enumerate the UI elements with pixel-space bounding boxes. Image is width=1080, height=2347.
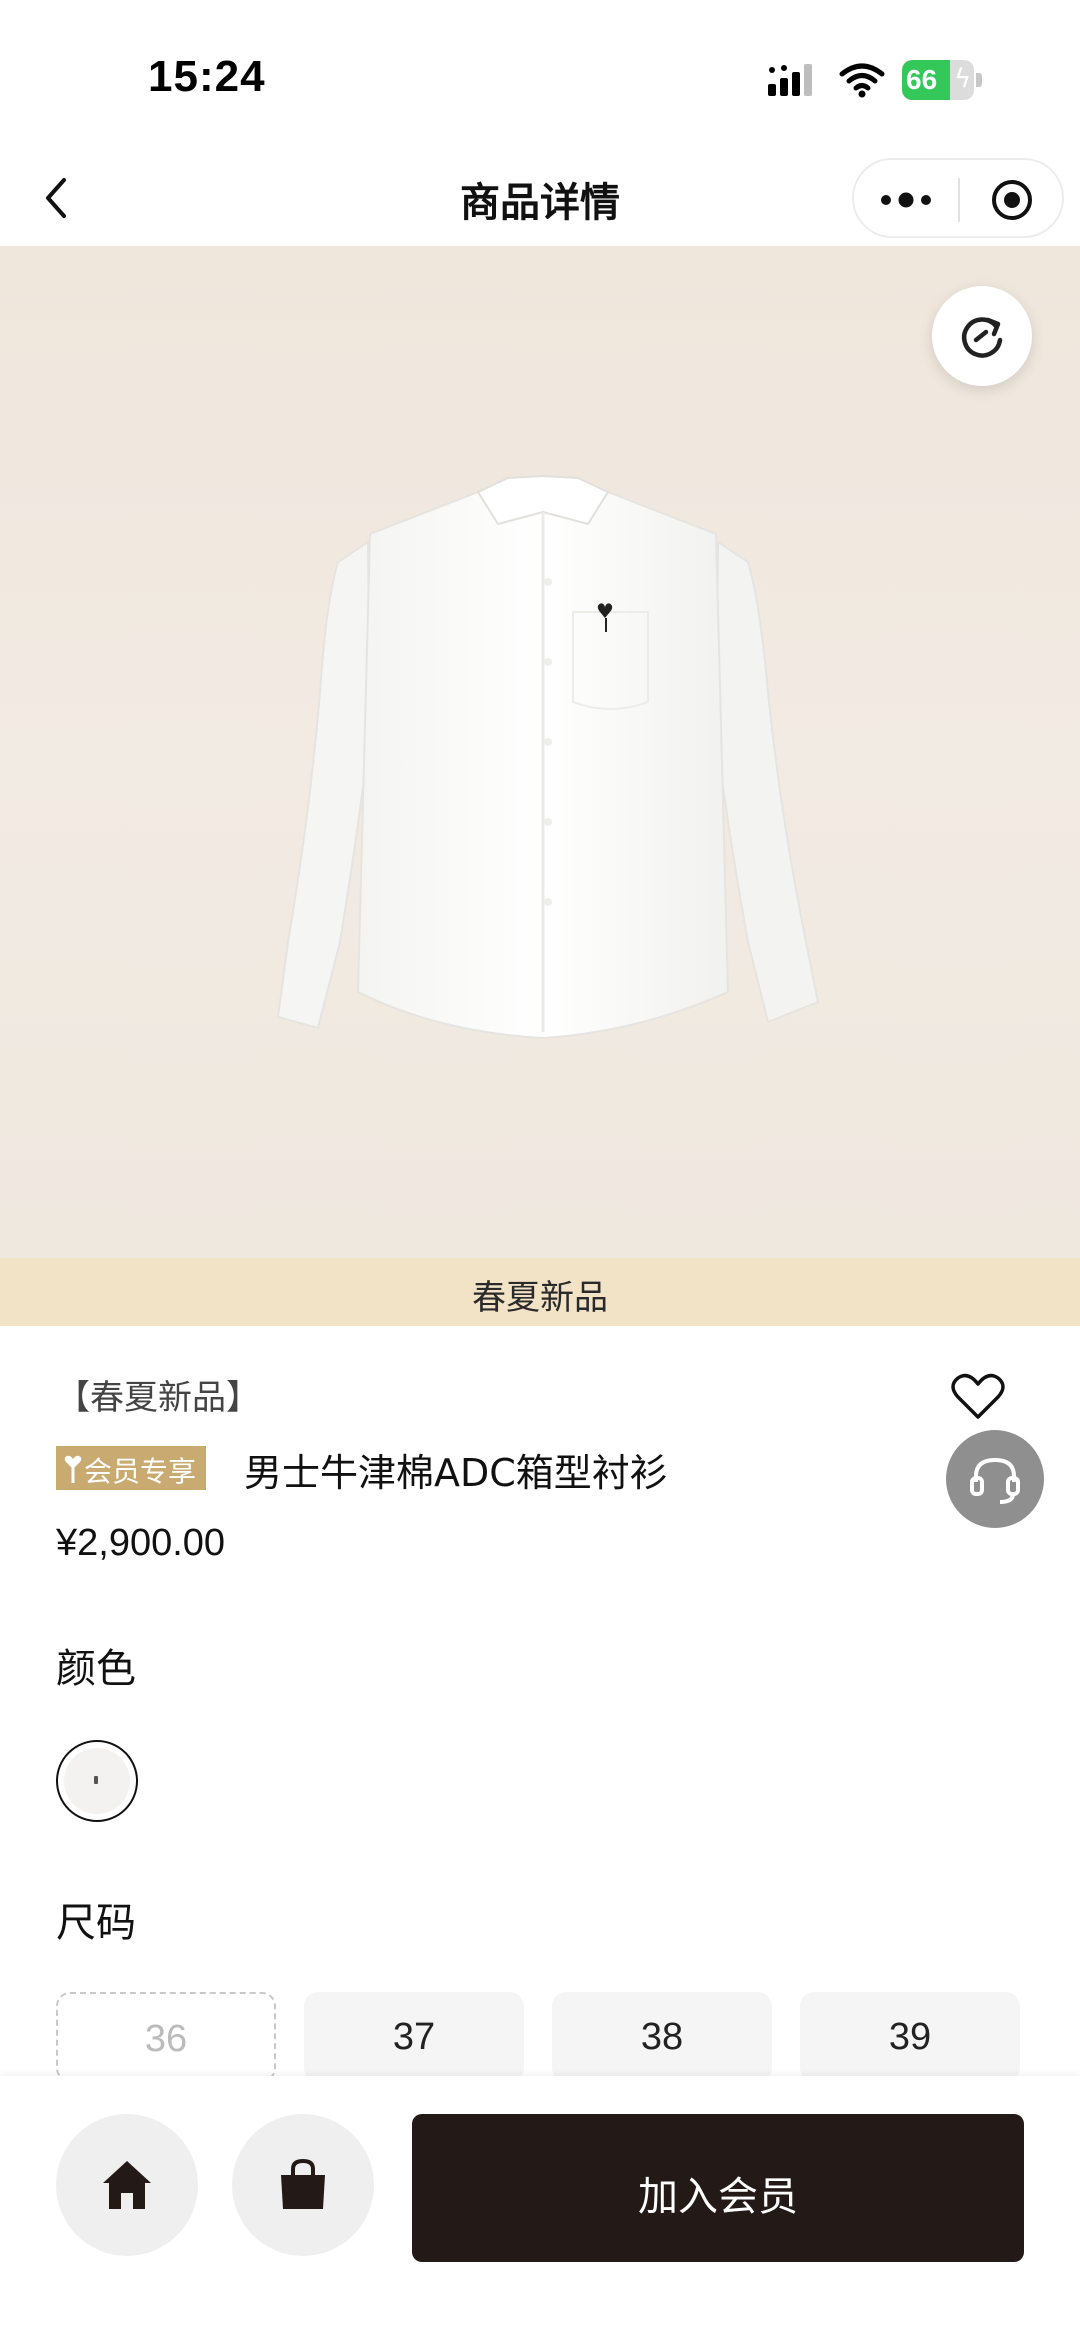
product-tag: 【春夏新品】 xyxy=(56,1378,260,1418)
more-icon[interactable] xyxy=(876,180,936,220)
member-badge-label: 会员专享 xyxy=(84,1455,197,1488)
size-options: 36 37 38 39 xyxy=(56,1992,1024,2082)
size-option-36[interactable]: 36 xyxy=(56,1992,276,2082)
member-exclusive-badge: 会员专享 xyxy=(56,1446,207,1490)
headset-icon xyxy=(970,1457,1020,1504)
product-name: 男士牛津棉ADC箱型衬衫 xyxy=(244,1451,668,1495)
refresh-icon xyxy=(961,317,1003,358)
charging-bolt-icon: ϟ xyxy=(954,64,972,94)
size-option-37[interactable]: 37 xyxy=(304,1992,524,2082)
capsule-divider xyxy=(958,178,960,222)
size-option-39[interactable]: 39 xyxy=(800,1992,1020,2082)
size-option-38[interactable]: 38 xyxy=(552,1992,772,2082)
svg-text:♥: ♥ xyxy=(596,599,614,623)
heart-icon[interactable] xyxy=(950,1372,1006,1422)
battery-indicator: 66 ϟ xyxy=(902,60,982,100)
shopping-bag-icon xyxy=(281,2158,325,2209)
customer-service-button[interactable] xyxy=(946,1430,1044,1528)
status-time: 15:24 xyxy=(148,52,266,101)
ami-heart-icon xyxy=(64,1455,82,1483)
bottom-action-bar: 加入会员 xyxy=(0,2076,1080,2347)
color-swatch-white[interactable] xyxy=(56,1740,138,1822)
mini-program-capsule xyxy=(852,158,1064,238)
cellular-signal-icon xyxy=(768,64,812,96)
shopping-bag-button[interactable] xyxy=(232,2114,374,2256)
join-membership-button[interactable]: 加入会员 xyxy=(412,2114,1024,2262)
refresh-button[interactable] xyxy=(932,286,1032,386)
wifi-icon xyxy=(839,63,885,98)
battery-percent: 66 xyxy=(906,64,938,95)
home-button[interactable] xyxy=(56,2114,198,2256)
product-price: ¥2,900.00 xyxy=(56,1522,226,1564)
new-arrival-banner: 春夏新品 xyxy=(0,1258,1080,1326)
navigation-bar: 商品详情 xyxy=(0,150,1080,246)
home-icon xyxy=(103,2161,151,2209)
status-bar: 15:24 66 ϟ xyxy=(0,0,1080,150)
product-image[interactable]: ♥ xyxy=(0,246,1080,1258)
banner-text: 春夏新品 xyxy=(472,1278,608,1318)
shirt-photo: ♥ xyxy=(276,474,820,1040)
color-section-label: 颜色 xyxy=(56,1646,136,1692)
size-section-label: 尺码 xyxy=(56,1900,136,1946)
close-target-icon[interactable] xyxy=(990,178,1034,222)
